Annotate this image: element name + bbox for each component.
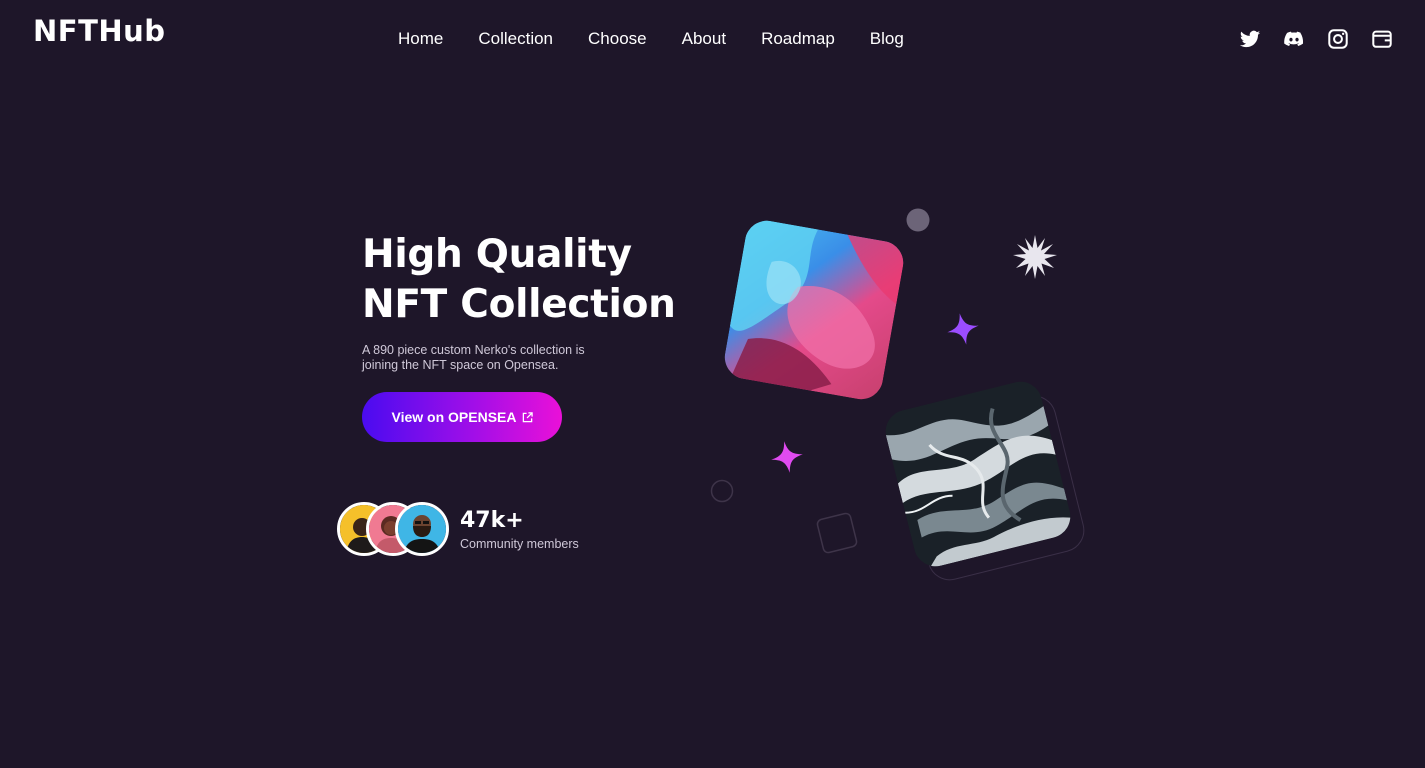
starburst-decoration [1013, 235, 1057, 279]
nav-roadmap[interactable]: Roadmap [761, 29, 835, 49]
cta-label: View on OPENSEA [391, 409, 517, 425]
nav-home[interactable]: Home [398, 29, 443, 49]
nav-about[interactable]: About [682, 29, 726, 49]
hero-title-line-1: High Quality [362, 232, 632, 277]
social-links [1239, 28, 1393, 50]
sparkle-decoration [771, 441, 803, 473]
community-avatars [337, 502, 452, 558]
hero-title-line-2: NFT Collection [362, 282, 676, 327]
view-on-opensea-button[interactable]: View on OPENSEA [362, 392, 562, 442]
nav-choose[interactable]: Choose [588, 29, 647, 49]
wallet-icon[interactable] [1371, 28, 1393, 50]
hero-title: High Quality NFT Collection [362, 230, 702, 330]
nav-blog[interactable]: Blog [870, 29, 904, 49]
logo[interactable]: NFTHub [33, 14, 166, 48]
square-outline-decoration [816, 512, 858, 554]
community-label: Community members [460, 537, 579, 551]
twitter-icon[interactable] [1239, 28, 1261, 50]
main-nav: Home Collection Choose About Roadmap Blo… [398, 29, 904, 49]
nft-card-abstract-color[interactable] [721, 217, 907, 403]
ring-decoration [710, 479, 734, 503]
nav-collection[interactable]: Collection [478, 29, 553, 49]
community-count: 47k+ [460, 508, 524, 533]
avatar [395, 502, 449, 556]
circle-decoration [906, 208, 930, 232]
discord-icon[interactable] [1283, 28, 1305, 50]
instagram-icon[interactable] [1327, 28, 1349, 50]
sparkle-decoration [947, 313, 979, 345]
external-link-icon [522, 411, 533, 422]
hero-description: A 890 piece custom Nerko's collection is… [362, 343, 585, 372]
